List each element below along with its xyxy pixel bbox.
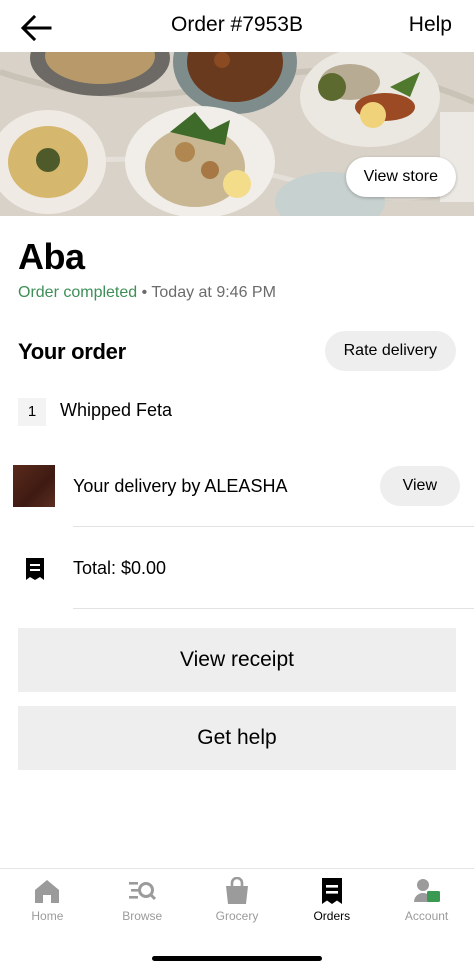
delivery-courier-text: Your delivery by ALEASHA (73, 476, 288, 496)
tab-label: Account (404, 909, 449, 923)
courier-avatar (13, 465, 55, 507)
tab-label: Orders (313, 909, 351, 923)
divider (73, 526, 474, 527)
receipt-icon (26, 558, 44, 580)
top-bar: Order #7953B Help (0, 0, 474, 52)
tab-label: Home (31, 909, 64, 923)
help-link[interactable]: Help (409, 13, 452, 37)
get-help-button[interactable]: Get help (18, 706, 456, 770)
item-quantity: 1 (18, 398, 46, 426)
item-name: Whipped Feta (60, 400, 173, 420)
tab-orders[interactable]: Orders (284, 877, 379, 923)
tab-label: Browse (122, 909, 163, 923)
order-title: Order #7953B (171, 13, 303, 36)
order-status-line: Order completed • Today at 9:46 PM (18, 284, 276, 302)
rate-delivery-button[interactable]: Rate delivery (324, 331, 456, 371)
divider (73, 608, 474, 609)
grocery-icon (225, 877, 248, 904)
order-total: Total: $0.00 (73, 558, 167, 578)
order-time: Today at 9:46 PM (151, 284, 276, 301)
order-status: Order completed (18, 284, 138, 301)
browse-icon (129, 882, 157, 901)
status-separator: • (141, 284, 148, 301)
store-hero-image: View store (0, 52, 474, 216)
home-indicator (152, 956, 322, 961)
tab-browse[interactable]: Browse (95, 877, 190, 923)
view-store-button[interactable]: View store (345, 157, 456, 197)
tab-label: Grocery (215, 909, 259, 923)
tab-home[interactable]: Home (0, 877, 95, 923)
view-receipt-button[interactable]: View receipt (18, 628, 456, 692)
orders-icon (321, 878, 342, 904)
account-icon (413, 879, 440, 902)
view-delivery-button[interactable]: View (379, 466, 460, 506)
store-name: Aba (18, 236, 85, 277)
tab-account[interactable]: Account (379, 877, 474, 923)
tab-grocery[interactable]: Grocery (190, 877, 285, 923)
your-order-heading: Your order (18, 339, 126, 364)
home-icon (35, 880, 60, 903)
